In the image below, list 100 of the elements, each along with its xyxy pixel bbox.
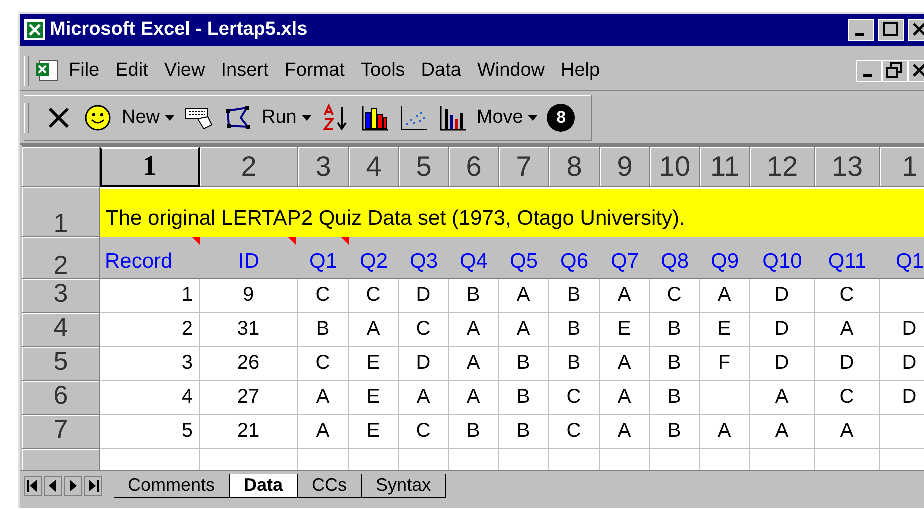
caret-icon [528, 115, 538, 121]
table-cell: C [349, 279, 399, 313]
tab-scroll-last-button[interactable] [84, 476, 102, 496]
field-header-cell: Q1 [880, 237, 924, 279]
table-cell: D [880, 347, 924, 381]
table-cell: A [815, 415, 880, 449]
table-cell: B [650, 347, 700, 381]
row-header[interactable]: 2 [22, 237, 100, 279]
menu-item[interactable]: Window [469, 60, 554, 82]
table-cell: A [499, 279, 549, 313]
table-cell: B [650, 381, 700, 415]
minimize-button[interactable] [856, 60, 882, 82]
tab-scroll-prev-button[interactable] [44, 476, 62, 496]
tab-scroll-first-button[interactable] [24, 476, 42, 496]
field-header-cell: Q2 [349, 237, 399, 279]
column-header[interactable]: 11 [700, 147, 750, 187]
menu-item[interactable]: Format [276, 60, 353, 82]
sheet-tab[interactable]: Data [230, 474, 298, 498]
field-header-cell: ID [200, 237, 298, 279]
field-header-cell: Q8 [650, 237, 700, 279]
field-header-cell: Q6 [549, 237, 600, 279]
spreadsheet-icon [24, 19, 46, 41]
table-cell: C [298, 347, 349, 381]
table-cell: 26 [200, 347, 298, 381]
row-header[interactable]: 5 [22, 347, 100, 381]
column-header[interactable]: 7 [499, 147, 549, 187]
column-header[interactable]: 13 [815, 147, 880, 187]
column-header[interactable]: 12 [750, 147, 815, 187]
menu-item[interactable]: Insert [213, 60, 277, 82]
table-cell: D [399, 347, 449, 381]
column-header[interactable]: 3 [298, 147, 349, 187]
table-cell: B [449, 279, 499, 313]
select-all-corner[interactable] [22, 147, 100, 187]
tab-scroll-next-button[interactable] [64, 476, 82, 496]
row-header[interactable]: 4 [22, 313, 100, 347]
menu-item[interactable]: View [156, 60, 214, 82]
histogram-icon[interactable] [438, 103, 468, 133]
column-header[interactable]: 1 [100, 147, 200, 187]
table-cell: E [349, 381, 399, 415]
table-cell: D [815, 347, 880, 381]
table-cell: 2 [100, 313, 200, 347]
field-header-cell: Q4 [449, 237, 499, 279]
table-cell: A [815, 313, 880, 347]
row-header[interactable]: 3 [22, 279, 100, 313]
table-cell: A [600, 347, 650, 381]
sheet-tab[interactable]: Syntax [362, 474, 446, 498]
column-header[interactable]: 2 [200, 147, 298, 187]
column-header[interactable]: 5 [399, 147, 449, 187]
field-header-cell: Q7 [600, 237, 650, 279]
minimize-button[interactable] [848, 19, 874, 41]
table-cell: B [549, 279, 600, 313]
table-cell: 21 [200, 415, 298, 449]
table-cell: E [349, 347, 399, 381]
workbook-icon [35, 59, 61, 83]
restore-button[interactable] [882, 60, 908, 82]
smiley-icon[interactable] [83, 103, 113, 133]
column-header[interactable]: 9 [600, 147, 650, 187]
table-cell: B [499, 415, 549, 449]
dropdown-button[interactable]: New [122, 107, 176, 129]
sheet-tab[interactable]: CCs [298, 474, 362, 498]
column-header[interactable]: 10 [650, 147, 700, 187]
eight-ball-button[interactable]: 8 [547, 104, 576, 132]
caret-icon [302, 115, 312, 121]
dropdown-button[interactable]: Run [262, 107, 312, 129]
table-cell: B [549, 313, 600, 347]
maximize-button[interactable] [878, 19, 904, 41]
table-cell: F [700, 347, 750, 381]
table-cell: D [880, 313, 924, 347]
window-title: Microsoft Excel - Lertap5.xls [50, 19, 308, 41]
table-cell: C [399, 313, 449, 347]
table-cell: C [650, 279, 700, 313]
close-button[interactable] [908, 19, 924, 41]
row-header[interactable]: 1 [22, 187, 100, 237]
table-cell: A [349, 313, 399, 347]
table-cell: A [499, 313, 549, 347]
field-header-cell: Q3 [399, 237, 449, 279]
table-cell: A [600, 279, 650, 313]
table-cell: A [449, 313, 499, 347]
row-header[interactable]: 6 [22, 381, 100, 415]
column-header[interactable]: 6 [449, 147, 499, 187]
field-header-cell: Q10 [750, 237, 815, 279]
menu-item[interactable]: Data [413, 60, 470, 82]
table-cell: C [549, 381, 600, 415]
menu-item[interactable]: Help [553, 60, 608, 82]
menu-item[interactable]: Edit [108, 60, 156, 82]
dropdown-button[interactable]: Move [476, 107, 538, 129]
table-cell: B [449, 415, 499, 449]
menu-item[interactable]: Tools [352, 60, 414, 82]
bar-chart-icon[interactable] [360, 103, 390, 133]
column-header[interactable]: 1 [880, 147, 924, 187]
table-cell: C [815, 279, 880, 313]
field-header-cell: Q11 [815, 237, 880, 279]
table-cell: 9 [200, 279, 298, 313]
column-header[interactable]: 4 [349, 147, 399, 187]
table-cell: A [600, 381, 650, 415]
scatter-plot-icon[interactable] [398, 103, 429, 133]
row-header[interactable]: 7 [22, 415, 100, 449]
close-button[interactable] [908, 60, 924, 82]
column-header[interactable]: 8 [549, 147, 600, 187]
menu-item[interactable]: File [61, 60, 108, 82]
